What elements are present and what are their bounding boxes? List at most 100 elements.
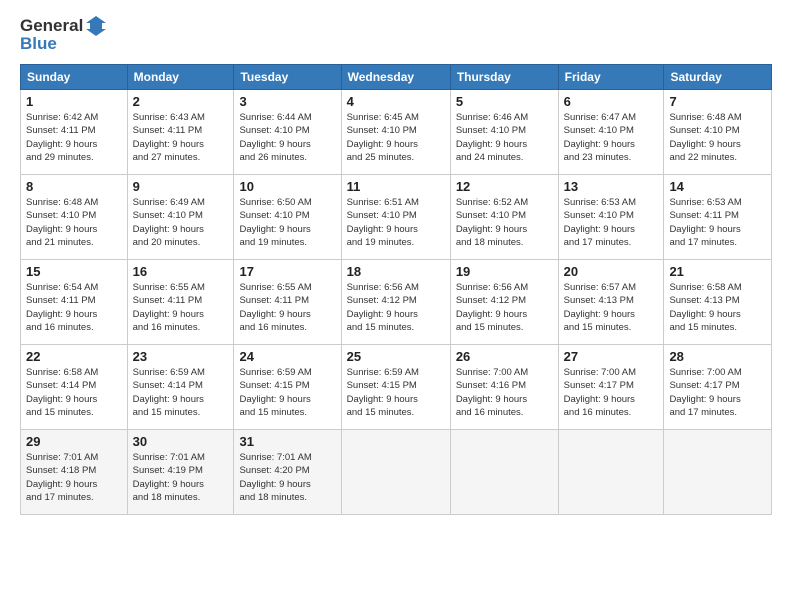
calendar-cell: 2 Sunrise: 6:43 AMSunset: 4:11 PMDaylight…	[127, 90, 234, 175]
day-info: Sunrise: 6:54 AMSunset: 4:11 PMDaylight:…	[26, 281, 122, 334]
day-info: Sunrise: 6:56 AMSunset: 4:12 PMDaylight:…	[456, 281, 553, 334]
calendar-cell: 15 Sunrise: 6:54 AMSunset: 4:11 PMDayligh…	[21, 260, 128, 345]
day-info: Sunrise: 6:53 AMSunset: 4:11 PMDaylight:…	[669, 196, 766, 249]
calendar-cell: 20Sunrise: 6:57 AMSunset: 4:13 PMDayligh…	[558, 260, 664, 345]
header: General Blue	[20, 15, 772, 54]
calendar-week-row: 22Sunrise: 6:58 AMSunset: 4:14 PMDayligh…	[21, 345, 772, 430]
calendar-cell: 30 Sunrise: 7:01 AMSunset: 4:19 PMDayligh…	[127, 430, 234, 515]
day-info: Sunrise: 6:59 AMSunset: 4:14 PMDaylight:…	[133, 366, 229, 419]
weekday-header-tuesday: Tuesday	[234, 65, 341, 90]
day-number: 1	[26, 94, 122, 109]
day-number: 30	[133, 434, 229, 449]
calendar-cell	[341, 430, 450, 515]
calendar-cell: 22Sunrise: 6:58 AMSunset: 4:14 PMDayligh…	[21, 345, 128, 430]
day-number: 9	[133, 179, 229, 194]
calendar-cell: 26 Sunrise: 7:00 AMSunset: 4:16 PMDayligh…	[450, 345, 558, 430]
day-number: 8	[26, 179, 122, 194]
day-info: Sunrise: 6:43 AMSunset: 4:11 PMDaylight:…	[133, 111, 229, 164]
calendar-cell: 31 Sunrise: 7:01 AMSunset: 4:20 PMDayligh…	[234, 430, 341, 515]
day-info: Sunrise: 7:01 AMSunset: 4:20 PMDaylight:…	[239, 451, 335, 504]
day-number: 15	[26, 264, 122, 279]
day-info: Sunrise: 6:56 AMSunset: 4:12 PMDaylight:…	[347, 281, 445, 334]
day-info: Sunrise: 7:01 AMSunset: 4:19 PMDaylight:…	[133, 451, 229, 504]
calendar-table: SundayMondayTuesdayWednesdayThursdayFrid…	[20, 64, 772, 515]
day-info: Sunrise: 6:59 AMSunset: 4:15 PMDaylight:…	[239, 366, 335, 419]
calendar-cell: 18 Sunrise: 6:56 AMSunset: 4:12 PMDayligh…	[341, 260, 450, 345]
calendar-cell: 4 Sunrise: 6:45 AMSunset: 4:10 PMDaylight…	[341, 90, 450, 175]
calendar-cell: 9 Sunrise: 6:49 AMSunset: 4:10 PMDaylight…	[127, 175, 234, 260]
day-number: 23	[133, 349, 229, 364]
day-number: 17	[239, 264, 335, 279]
day-number: 7	[669, 94, 766, 109]
calendar-cell: 1 Sunrise: 6:42 AMSunset: 4:11 PMDaylight…	[21, 90, 128, 175]
day-number: 27	[564, 349, 659, 364]
day-number: 2	[133, 94, 229, 109]
calendar-cell: 29Sunrise: 7:01 AMSunset: 4:18 PMDayligh…	[21, 430, 128, 515]
day-number: 24	[239, 349, 335, 364]
calendar-cell: 8 Sunrise: 6:48 AMSunset: 4:10 PMDaylight…	[21, 175, 128, 260]
day-info: Sunrise: 6:44 AMSunset: 4:10 PMDaylight:…	[239, 111, 335, 164]
calendar-week-row: 1 Sunrise: 6:42 AMSunset: 4:11 PMDaylight…	[21, 90, 772, 175]
weekday-header-monday: Monday	[127, 65, 234, 90]
calendar-cell	[450, 430, 558, 515]
calendar-cell: 13 Sunrise: 6:53 AMSunset: 4:10 PMDayligh…	[558, 175, 664, 260]
day-info: Sunrise: 6:52 AMSunset: 4:10 PMDaylight:…	[456, 196, 553, 249]
calendar-cell: 5 Sunrise: 6:46 AMSunset: 4:10 PMDaylight…	[450, 90, 558, 175]
day-number: 19	[456, 264, 553, 279]
logo-flag-icon	[85, 15, 107, 37]
calendar-week-row: 15 Sunrise: 6:54 AMSunset: 4:11 PMDayligh…	[21, 260, 772, 345]
page: General Blue SundayMondayTuesdayWednesda…	[0, 0, 792, 612]
day-info: Sunrise: 6:57 AMSunset: 4:13 PMDaylight:…	[564, 281, 659, 334]
logo: General Blue	[20, 15, 107, 54]
day-number: 3	[239, 94, 335, 109]
day-number: 5	[456, 94, 553, 109]
day-info: Sunrise: 7:00 AMSunset: 4:16 PMDaylight:…	[456, 366, 553, 419]
calendar-cell: 27 Sunrise: 7:00 AMSunset: 4:17 PMDayligh…	[558, 345, 664, 430]
day-info: Sunrise: 6:58 AMSunset: 4:13 PMDaylight:…	[669, 281, 766, 334]
day-number: 11	[347, 179, 445, 194]
calendar-cell: 12Sunrise: 6:52 AMSunset: 4:10 PMDayligh…	[450, 175, 558, 260]
weekday-header-sunday: Sunday	[21, 65, 128, 90]
day-info: Sunrise: 6:46 AMSunset: 4:10 PMDaylight:…	[456, 111, 553, 164]
day-info: Sunrise: 6:47 AMSunset: 4:10 PMDaylight:…	[564, 111, 659, 164]
logo-blue: Blue	[20, 34, 57, 54]
calendar-cell: 16Sunrise: 6:55 AMSunset: 4:11 PMDayligh…	[127, 260, 234, 345]
day-info: Sunrise: 7:00 AMSunset: 4:17 PMDaylight:…	[564, 366, 659, 419]
day-number: 13	[564, 179, 659, 194]
weekday-header-friday: Friday	[558, 65, 664, 90]
day-info: Sunrise: 6:48 AMSunset: 4:10 PMDaylight:…	[26, 196, 122, 249]
day-number: 28	[669, 349, 766, 364]
calendar-cell: 28Sunrise: 7:00 AMSunset: 4:17 PMDayligh…	[664, 345, 772, 430]
day-number: 18	[347, 264, 445, 279]
day-number: 4	[347, 94, 445, 109]
calendar-week-row: 29Sunrise: 7:01 AMSunset: 4:18 PMDayligh…	[21, 430, 772, 515]
calendar-cell: 6 Sunrise: 6:47 AMSunset: 4:10 PMDaylight…	[558, 90, 664, 175]
calendar-cell: 23 Sunrise: 6:59 AMSunset: 4:14 PMDayligh…	[127, 345, 234, 430]
day-info: Sunrise: 6:49 AMSunset: 4:10 PMDaylight:…	[133, 196, 229, 249]
calendar-cell: 21Sunrise: 6:58 AMSunset: 4:13 PMDayligh…	[664, 260, 772, 345]
day-number: 26	[456, 349, 553, 364]
day-info: Sunrise: 6:42 AMSunset: 4:11 PMDaylight:…	[26, 111, 122, 164]
logo-text: General Blue	[20, 15, 107, 54]
day-info: Sunrise: 6:45 AMSunset: 4:10 PMDaylight:…	[347, 111, 445, 164]
calendar-cell: 25 Sunrise: 6:59 AMSunset: 4:15 PMDayligh…	[341, 345, 450, 430]
calendar-cell: 19 Sunrise: 6:56 AMSunset: 4:12 PMDayligh…	[450, 260, 558, 345]
calendar-cell: 7 Sunrise: 6:48 AMSunset: 4:10 PMDaylight…	[664, 90, 772, 175]
day-number: 31	[239, 434, 335, 449]
calendar-cell: 11Sunrise: 6:51 AMSunset: 4:10 PMDayligh…	[341, 175, 450, 260]
weekday-header-wednesday: Wednesday	[341, 65, 450, 90]
calendar-cell	[664, 430, 772, 515]
calendar-header-row: SundayMondayTuesdayWednesdayThursdayFrid…	[21, 65, 772, 90]
day-number: 6	[564, 94, 659, 109]
calendar-week-row: 8 Sunrise: 6:48 AMSunset: 4:10 PMDaylight…	[21, 175, 772, 260]
day-info: Sunrise: 6:53 AMSunset: 4:10 PMDaylight:…	[564, 196, 659, 249]
day-info: Sunrise: 6:48 AMSunset: 4:10 PMDaylight:…	[669, 111, 766, 164]
day-number: 25	[347, 349, 445, 364]
day-number: 22	[26, 349, 122, 364]
day-info: Sunrise: 6:50 AMSunset: 4:10 PMDaylight:…	[239, 196, 335, 249]
day-info: Sunrise: 7:01 AMSunset: 4:18 PMDaylight:…	[26, 451, 122, 504]
weekday-header-thursday: Thursday	[450, 65, 558, 90]
calendar-cell: 3 Sunrise: 6:44 AMSunset: 4:10 PMDaylight…	[234, 90, 341, 175]
day-info: Sunrise: 6:59 AMSunset: 4:15 PMDaylight:…	[347, 366, 445, 419]
calendar-body: 1 Sunrise: 6:42 AMSunset: 4:11 PMDaylight…	[21, 90, 772, 515]
